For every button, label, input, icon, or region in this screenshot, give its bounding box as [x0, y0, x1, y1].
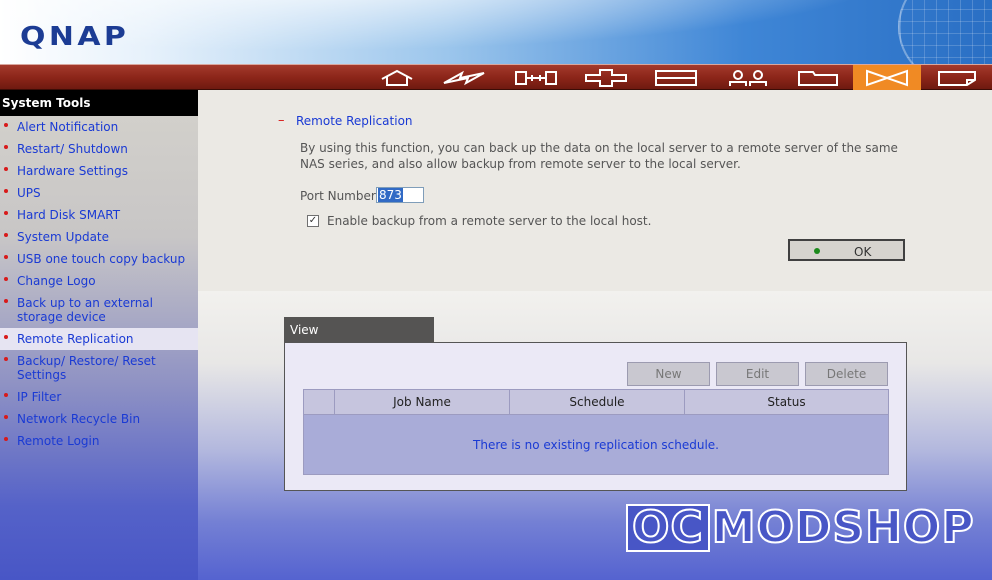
port-number-label: Port Number: [300, 189, 380, 203]
bullet-icon [4, 145, 8, 149]
sidebar-item-label: Hard Disk SMART [17, 208, 121, 222]
main-nav-bar [0, 64, 992, 90]
column-header-status[interactable]: Status [684, 390, 888, 414]
bullet-icon [4, 211, 8, 215]
bullet-icon [4, 299, 8, 303]
section-description: By using this function, you can back up … [300, 141, 898, 171]
port-number-value: 873 [378, 188, 403, 202]
sidebar-item-label: IP Filter [17, 390, 62, 404]
sidebar-item-alert-notification[interactable]: Alert Notification [0, 116, 198, 138]
sidebar-item-label: Back up to an external storage device [17, 296, 153, 324]
sidebar-item-label: Network Recycle Bin [17, 412, 141, 426]
sidebar-item-change-logo[interactable]: Change Logo [0, 270, 198, 292]
bullet-icon [4, 437, 8, 441]
sidebar-item-label: Backup/ Restore/ Reset Settings [17, 354, 156, 382]
bullet-icon [4, 393, 8, 397]
bullet-icon [4, 255, 8, 259]
sidebar-item-label: Hardware Settings [17, 164, 128, 178]
nav-users-icon[interactable] [715, 65, 781, 90]
watermark-modshop: MODSHOP [711, 502, 975, 553]
bullet-icon [4, 415, 8, 419]
replication-settings-panel: – Remote Replication By using this funct… [198, 90, 992, 291]
sidebar-item-label: Remote Login [17, 434, 100, 448]
sidebar-item-backup-restore-reset[interactable]: Backup/ Restore/ Reset Settings [0, 350, 198, 386]
bullet-icon [4, 277, 8, 281]
nav-home-icon[interactable] [364, 65, 430, 90]
bullet-icon [4, 335, 8, 339]
replication-jobs-table: Job Name Schedule Status There is no exi… [303, 389, 889, 475]
sidebar-item-remote-login[interactable]: Remote Login [0, 430, 198, 452]
column-header-job-name[interactable]: Job Name [334, 390, 509, 414]
sidebar-item-label: System Update [17, 230, 110, 244]
sidebar-item-label: Change Logo [17, 274, 96, 288]
port-number-input[interactable]: 873 [376, 187, 424, 203]
column-header-schedule[interactable]: Schedule [509, 390, 684, 414]
collapse-toggle[interactable]: – [278, 113, 285, 128]
view-tab[interactable]: View [284, 317, 434, 342]
sidebar-item-label: Restart/ Shutdown [17, 142, 128, 156]
sidebar-list: Alert Notification Restart/ Shutdown Har… [0, 116, 198, 452]
sidebar-item-ip-filter[interactable]: IP Filter [0, 386, 198, 408]
enable-backup-label: Enable backup from a remote server to th… [327, 214, 652, 228]
sidebar-item-label: Alert Notification [17, 120, 119, 134]
globe-graphic [898, 0, 992, 64]
sidebar-item-system-update[interactable]: System Update [0, 226, 198, 248]
watermark-oc: OC [626, 504, 710, 552]
bullet-icon [4, 167, 8, 171]
bullet-icon [4, 233, 8, 237]
sidebar-item-label: Remote Replication [17, 332, 134, 346]
select-column-header [304, 390, 334, 414]
delete-button[interactable]: Delete [805, 362, 888, 386]
sidebar-item-usb-copy-backup[interactable]: USB one touch copy backup [0, 248, 198, 270]
edit-button[interactable]: Edit [716, 362, 799, 386]
sidebar-title: System Tools [0, 90, 198, 116]
new-button[interactable]: New [627, 362, 710, 386]
sidebar-item-label: USB one touch copy backup [17, 252, 186, 266]
header-banner: QNAP [0, 0, 992, 64]
nav-notes-icon[interactable] [924, 65, 990, 90]
nav-tools-icon[interactable] [853, 65, 921, 90]
sidebar-item-hard-disk-smart[interactable]: Hard Disk SMART [0, 204, 198, 226]
ok-button-label: OK [854, 245, 872, 259]
enable-backup-checkbox[interactable]: ✓ [307, 215, 319, 227]
sidebar-item-remote-replication[interactable]: Remote Replication [0, 328, 198, 350]
ok-button[interactable]: OK [788, 239, 905, 261]
status-dot-icon [814, 248, 820, 254]
sidebar-item-ups[interactable]: UPS [0, 182, 198, 204]
sidebar-item-label: UPS [17, 186, 41, 200]
sidebar-item-external-storage-backup[interactable]: Back up to an external storage device [0, 292, 198, 328]
section-title: Remote Replication [296, 114, 413, 128]
nav-network-icon[interactable] [503, 65, 569, 90]
sidebar-item-hardware-settings[interactable]: Hardware Settings [0, 160, 198, 182]
bullet-icon [4, 357, 8, 361]
sidebar: System Tools Alert Notification Restart/… [0, 90, 198, 580]
sidebar-item-restart-shutdown[interactable]: Restart/ Shutdown [0, 138, 198, 160]
sidebar-item-network-recycle-bin[interactable]: Network Recycle Bin [0, 408, 198, 430]
ocmodshop-watermark: OC MODSHOP [626, 502, 975, 554]
qnap-logo: QNAP [20, 22, 130, 52]
empty-table-message: There is no existing replication schedul… [473, 438, 719, 452]
bullet-icon [4, 189, 8, 193]
bullet-icon [4, 123, 8, 127]
nav-disk-icon[interactable] [643, 65, 709, 90]
nav-folder-icon[interactable] [786, 65, 852, 90]
header-glow [0, 0, 992, 64]
nav-lightning-icon[interactable] [431, 65, 497, 90]
table-header: Job Name Schedule Status [304, 390, 888, 415]
replication-view-panel: New Edit Delete Job Name Schedule Status… [284, 342, 907, 491]
nav-cross-icon[interactable] [573, 65, 639, 90]
